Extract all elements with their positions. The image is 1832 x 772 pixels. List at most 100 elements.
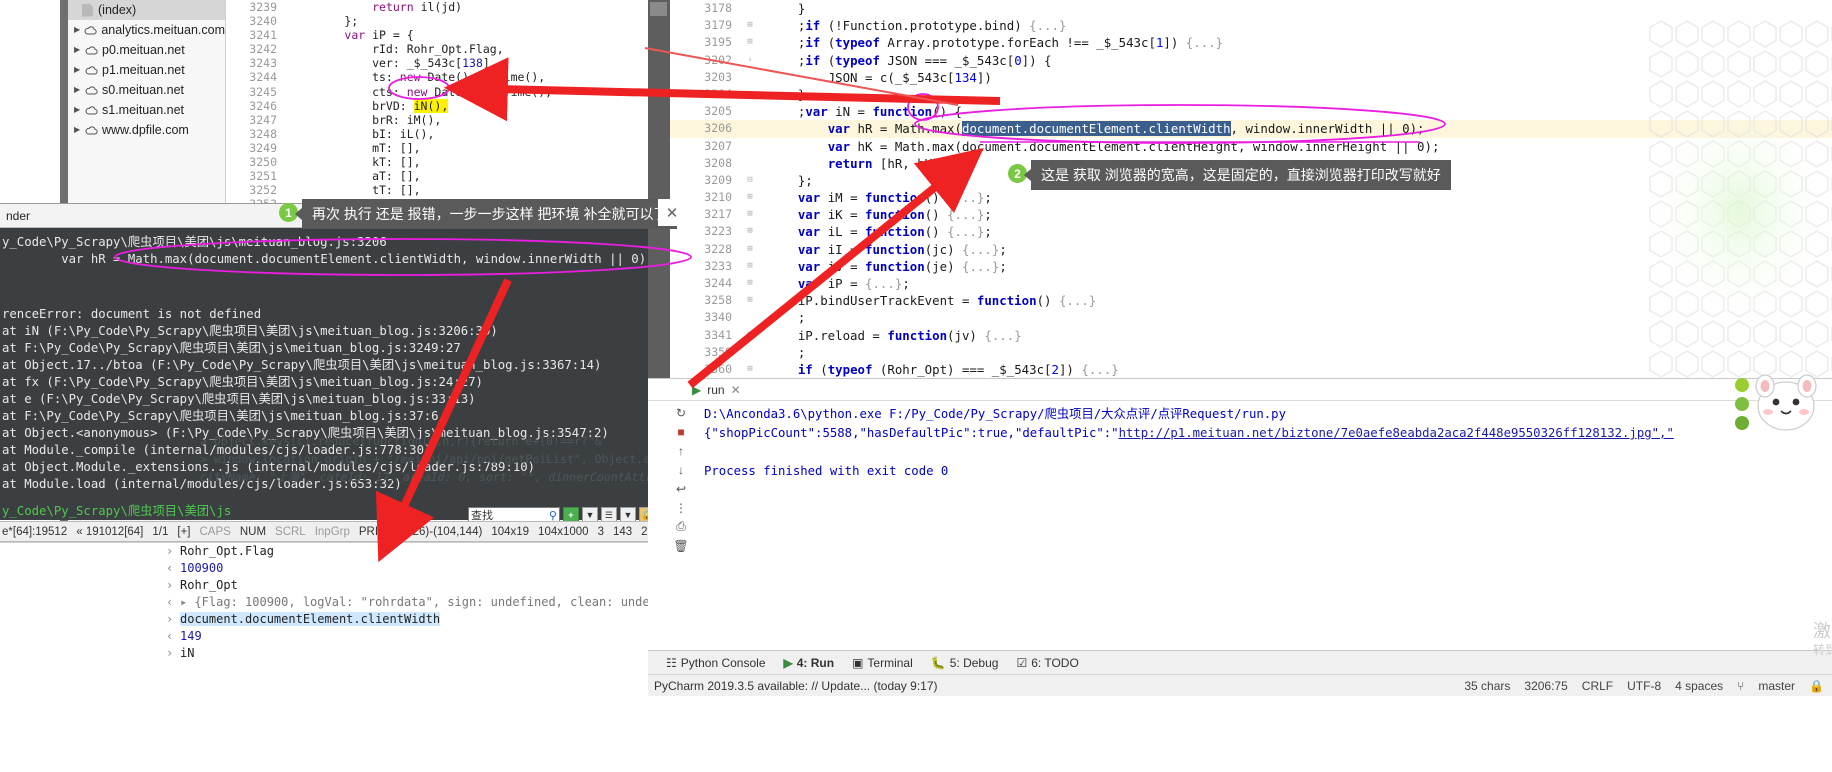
arrow-down-icon[interactable]: ↓: [672, 460, 690, 479]
code-line: iP.bindUserTrackEvent = function() {...}: [768, 293, 1097, 309]
tree-item-label: p1.meituan.net: [102, 63, 185, 77]
line-number: 3249: [249, 140, 277, 155]
arrow-up-icon[interactable]: ↑: [672, 441, 690, 460]
line-number: 3252: [249, 183, 277, 198]
run-tab-strip[interactable]: ▶ run ✕: [648, 379, 1832, 401]
callout-1: 再次 执行 还是 报错，一步一步这样 把环境 补全就可以了: [295, 199, 678, 229]
cmd-console-window[interactable]: nder y_Code\Py_Scrapy\爬虫项目\美团\js\meituan…: [0, 203, 693, 520]
line-number: 3206: [704, 121, 732, 136]
screen-root: (index) ▶ analytics.meituan.com ▶ p0.mei…: [0, 0, 1832, 772]
npp-scrl: SCRL: [275, 525, 306, 538]
hex-watermark: [1648, 20, 1832, 378]
fold-marker: [740, 120, 760, 137]
tool-tab-debug[interactable]: 🐛 5: Debug: [931, 656, 999, 670]
tool-tab-todo[interactable]: ☑ 6: TODO: [1016, 656, 1078, 670]
cloud-icon: [85, 65, 98, 75]
run-output-link[interactable]: http://p1.meituan.net/biztone/7e0aefe8ea…: [1119, 426, 1674, 440]
soft-wrap-icon[interactable]: ↩: [672, 479, 690, 498]
line-number: 3360: [704, 361, 732, 376]
run-line-with-link: {"shopPicCount":5588,"hasDefaultPic":tru…: [704, 424, 1824, 443]
code-line: var iL = function() {...};: [797, 224, 992, 240]
line-number: 3244: [249, 70, 277, 85]
fold-marker[interactable]: ⊞: [740, 17, 760, 34]
cmd-line: at iN (F:\Py_Code\Py_Scrapy\爬虫项目\美团\js\m…: [2, 324, 498, 338]
run-toolbar[interactable]: ↻ ■ ↑ ↓ ↩ ⋮ ⎙ 🗑: [672, 403, 690, 603]
console-row[interactable]: › Rohr_Opt: [0, 577, 660, 594]
statusbar-encoding[interactable]: UTF-8: [1627, 679, 1661, 693]
search-icon[interactable]: ⚲: [549, 509, 557, 522]
code-line: var hR = Math.max(document.documentEleme…: [827, 121, 1425, 137]
tree-item-s0[interactable]: ▶ s0.meituan.net: [68, 80, 225, 100]
fold-marker[interactable]: ⊞: [740, 275, 760, 292]
cmd-line: at e (F:\Py_Code\Py_Scrapy\爬虫项目\美团\js\me…: [2, 392, 476, 406]
tree-item-dpfile[interactable]: ▶ www.dpfile.com: [68, 120, 225, 140]
tool-tab-run[interactable]: ▶ 4: Run: [784, 656, 835, 670]
pycharm-tool-window-bar[interactable]: ☷ Python Console ▶ 4: Run ▣ Terminal 🐛 5: De…: [648, 650, 1832, 674]
tree-item-s1[interactable]: ▶ s1.meituan.net: [68, 100, 225, 120]
code-line: var iK = function() {...};: [797, 207, 992, 223]
code-line: aT: [],: [289, 169, 421, 184]
stop-icon[interactable]: ■: [672, 422, 690, 441]
scroll-end-icon[interactable]: ⋮: [672, 498, 690, 517]
statusbar-branch[interactable]: master: [1758, 679, 1795, 693]
chevron-left-icon: ‹: [166, 561, 174, 575]
console-row[interactable]: › document.documentElement.clientWidth: [0, 611, 660, 628]
tool-tab-terminal[interactable]: ▣ Terminal: [852, 656, 913, 670]
line-number: 3178: [704, 1, 732, 15]
rerun-icon[interactable]: ↻: [672, 403, 690, 422]
line-number: 3341: [704, 327, 732, 342]
tree-item-label: p0.meituan.net: [102, 43, 185, 57]
console-row[interactable]: › Rohr_Opt.Flag: [0, 543, 660, 560]
cmd-gap: [2, 268, 689, 306]
statusbar-position[interactable]: 3206:75: [1524, 679, 1567, 693]
tool-tab-python-console[interactable]: ☷ Python Console: [666, 656, 766, 670]
devtools-console-panel[interactable]: › Rohr_Opt.Flag ‹ 100900 › Rohr_Opt ‹ ▸ {Fla…: [0, 542, 660, 772]
line-number: 3239: [249, 0, 277, 14]
lock-icon[interactable]: 🔒: [1809, 679, 1824, 693]
fold-marker[interactable]: ⊞: [740, 34, 760, 51]
code-line: var iI = function(jc) {...};: [797, 241, 1007, 257]
fold-marker[interactable]: ⊟: [740, 172, 760, 189]
pycharm-status-bar[interactable]: PyCharm 2019.3.5 available: // Update...…: [648, 674, 1832, 696]
fold-marker[interactable]: ⊞: [740, 361, 760, 378]
line-number: 3245: [249, 84, 277, 99]
code-line: ;var iN = function() {: [768, 104, 962, 120]
debug-icon: 🐛: [930, 655, 946, 670]
clear-all-icon[interactable]: 🗑: [672, 536, 690, 555]
npp-num: NUM: [239, 525, 267, 538]
fold-marker[interactable]: ⊞: [740, 327, 760, 344]
code-line: return il(jd): [372, 0, 463, 14]
fold-marker[interactable]: ⊞: [740, 241, 760, 258]
branch-icon[interactable]: ⑂: [1737, 679, 1744, 693]
console-row-text: 149: [180, 629, 202, 643]
run-tab-label[interactable]: run: [707, 383, 724, 397]
line-number: 3251: [249, 169, 277, 184]
code-line: ts: new Date().getTime(),: [289, 70, 546, 85]
statusbar-indent[interactable]: 4 spaces: [1675, 679, 1723, 693]
fold-marker[interactable]: ›: [740, 52, 760, 69]
tool-tab-label: 4: Run: [796, 655, 835, 670]
fold-marker[interactable]: ⊞: [740, 258, 760, 275]
code-line: ver: _$_543c[138],: [289, 56, 497, 71]
tree-item-analytics[interactable]: ▶ analytics.meituan.com: [68, 20, 225, 40]
line-number: 3248: [249, 126, 277, 141]
fold-marker[interactable]: ⊞: [740, 206, 760, 223]
close-icon[interactable]: ✕: [731, 383, 741, 397]
tree-item-p1[interactable]: ▶ p1.meituan.net: [68, 60, 225, 80]
callout-1-close[interactable]: ✕: [658, 199, 686, 226]
fold-marker[interactable]: ⊞: [740, 223, 760, 240]
console-row[interactable]: › iN: [0, 645, 660, 662]
fold-marker[interactable]: ⊞: [740, 189, 760, 206]
tree-item-index[interactable]: (index): [68, 0, 225, 20]
statusbar-line-separator[interactable]: CRLF: [1582, 679, 1613, 693]
line-number: 3242: [249, 42, 277, 57]
statusbar-message[interactable]: PyCharm 2019.3.5 available: // Update...…: [654, 679, 938, 693]
line-number: 3247: [249, 112, 277, 127]
print-icon[interactable]: ⎙: [672, 517, 690, 536]
console-row-text: 100900: [180, 561, 224, 575]
fold-marker[interactable]: ⊞: [740, 292, 760, 309]
editor-fold-markers[interactable]: ⊞ ⊞ › ⊟ ⊞ ⊞ ⊞ ⊞ ⊞ ⊞ ⊞ ⊞ ⊞: [740, 0, 760, 378]
console-row[interactable]: ‹ ▸ {Flag: 100900, logVal: "rohrdata", si…: [0, 594, 660, 611]
tree-item-p0[interactable]: ▶ p0.meituan.net: [68, 40, 225, 60]
ghost-line: > window.location.origin + "/meishi/api/…: [200, 452, 693, 466]
